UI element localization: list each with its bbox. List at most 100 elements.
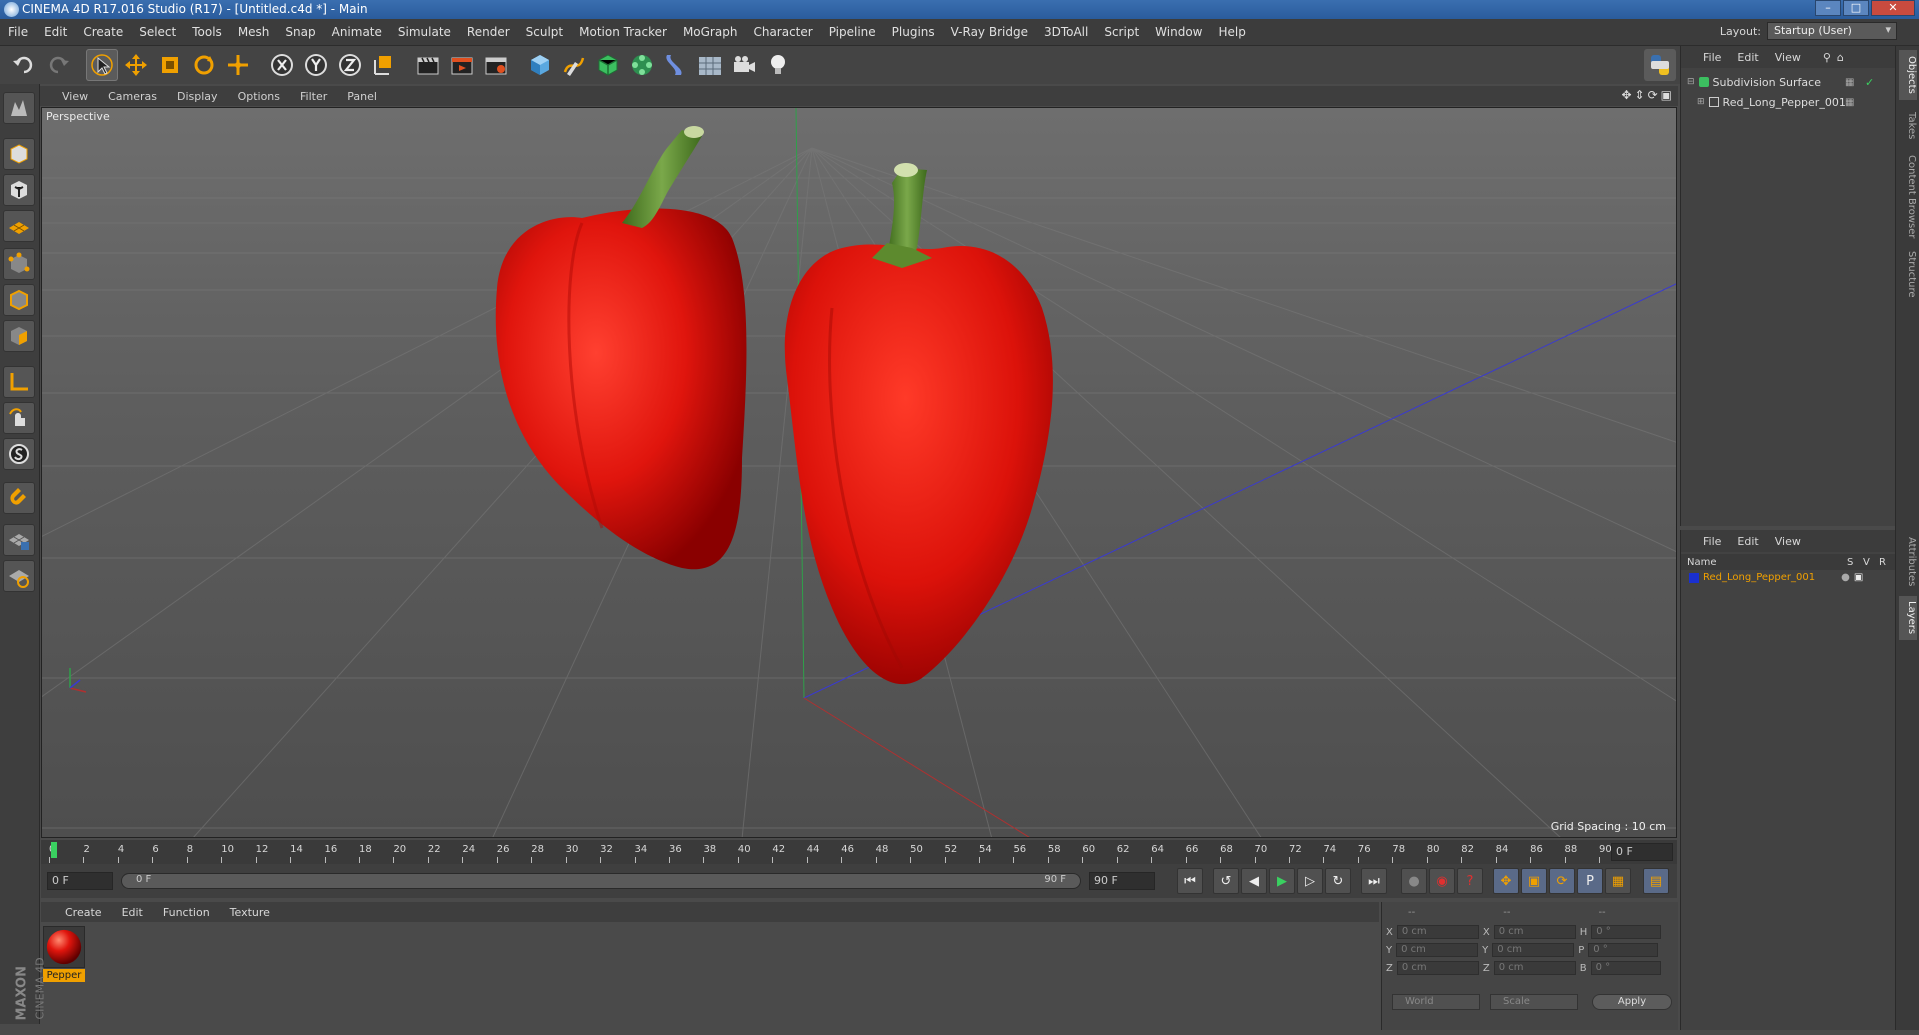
menu-vray-bridge[interactable]: V-Ray Bridge — [943, 25, 1036, 39]
solo-icon[interactable] — [3, 438, 35, 470]
cube-icon[interactable] — [524, 49, 556, 81]
rotation-b-field[interactable]: 0 ° — [1590, 961, 1661, 975]
locked-workplane-icon[interactable] — [3, 560, 35, 592]
coordinate-space-select[interactable]: World — [1392, 994, 1480, 1010]
object-menu-view[interactable]: View — [1767, 51, 1809, 64]
y-axis-icon[interactable] — [300, 49, 332, 81]
pen-spline-icon[interactable] — [558, 49, 590, 81]
render-active-icon[interactable] — [446, 49, 478, 81]
object-row-subdivision[interactable]: ⊟ Subdivision Surface ▦ ✓ — [1687, 74, 1874, 90]
render-settings-icon[interactable] — [480, 49, 512, 81]
position-z-field[interactable]: 0 cm — [1396, 961, 1479, 975]
rotation-h-field[interactable]: 0 ° — [1591, 925, 1662, 939]
frame-range-slider[interactable]: 0 F 90 F — [121, 873, 1081, 889]
menu-pipeline[interactable]: Pipeline — [821, 25, 884, 39]
array-icon[interactable] — [626, 49, 658, 81]
magnet-icon[interactable] — [3, 482, 35, 514]
apply-button[interactable]: Apply — [1592, 994, 1672, 1010]
x-axis-icon[interactable] — [266, 49, 298, 81]
tweak-icon[interactable] — [3, 402, 35, 434]
current-frame-field[interactable]: 0 F — [1611, 843, 1673, 861]
points-mode-icon[interactable] — [3, 248, 35, 280]
menu-mograph[interactable]: MoGraph — [675, 25, 746, 39]
move-icon[interactable] — [120, 49, 152, 81]
menu-simulate[interactable]: Simulate — [390, 25, 459, 39]
light-icon[interactable] — [762, 49, 794, 81]
tab-content-browser[interactable]: Content Browser — [1899, 152, 1917, 242]
next-key-icon[interactable]: ↻ — [1325, 868, 1351, 894]
size-y-field[interactable]: 0 cm — [1492, 943, 1575, 957]
close-button[interactable]: ✕ — [1871, 0, 1915, 16]
size-mode-select[interactable]: Scale — [1490, 994, 1578, 1010]
make-editable-icon[interactable] — [3, 92, 35, 124]
end-frame-field[interactable]: 90 F — [1089, 872, 1155, 890]
maximize-view-icon[interactable]: ▣ — [1661, 88, 1672, 102]
menu-3dtoall[interactable]: 3DToAll — [1036, 25, 1096, 39]
record-position-icon[interactable]: ✥ — [1493, 868, 1519, 894]
tab-takes[interactable]: Takes — [1899, 106, 1917, 146]
layer-menu-edit[interactable]: Edit — [1729, 535, 1766, 548]
start-frame-field[interactable]: 0 F — [47, 872, 113, 890]
menu-animate[interactable]: Animate — [324, 25, 390, 39]
render-view-icon[interactable] — [412, 49, 444, 81]
object-row-pepper[interactable]: ⊞ Red_Long_Pepper_001 ▦ — [1697, 94, 1854, 110]
menu-help[interactable]: Help — [1210, 25, 1253, 39]
menu-plugins[interactable]: Plugins — [884, 25, 943, 39]
redo-icon[interactable] — [42, 49, 74, 81]
rotation-p-field[interactable]: 0 ° — [1588, 943, 1659, 957]
tab-layers[interactable]: Layers — [1899, 596, 1917, 640]
menu-file[interactable]: File — [0, 25, 36, 39]
texture-mode-icon[interactable] — [3, 174, 35, 206]
material-menu-texture[interactable]: Texture — [220, 906, 280, 919]
position-y-field[interactable]: 0 cm — [1396, 943, 1479, 957]
viewport-menu-cameras[interactable]: Cameras — [98, 90, 167, 103]
previous-key-icon[interactable]: ↺ — [1213, 868, 1239, 894]
layer-menu-file[interactable]: File — [1695, 535, 1729, 548]
move-view-icon[interactable]: ✥ — [1621, 88, 1631, 102]
select-arrow-icon[interactable] — [86, 49, 118, 81]
rotate-icon[interactable] — [188, 49, 220, 81]
tab-objects[interactable]: Objects — [1899, 50, 1917, 100]
transform-icon[interactable] — [222, 49, 254, 81]
coordinate-system-icon[interactable] — [368, 49, 400, 81]
menu-snap[interactable]: Snap — [277, 25, 323, 39]
menu-motion-tracker[interactable]: Motion Tracker — [571, 25, 675, 39]
layer-row[interactable]: Red_Long_Pepper_001 ● ▣ — [1689, 572, 1863, 583]
keyframe-selection-icon[interactable]: ? — [1457, 868, 1483, 894]
menu-character[interactable]: Character — [745, 25, 820, 39]
visibility-icon[interactable]: ▦ — [1845, 77, 1854, 88]
object-menu-file[interactable]: File — [1695, 51, 1729, 64]
object-menu-edit[interactable]: Edit — [1729, 51, 1766, 64]
grid-snap-icon[interactable] — [3, 524, 35, 556]
floor-icon[interactable] — [694, 49, 726, 81]
record-parameter-icon[interactable]: P — [1577, 868, 1603, 894]
subdivision-icon[interactable] — [592, 49, 624, 81]
play-icon[interactable]: ▶ — [1269, 868, 1295, 894]
perspective-viewport[interactable]: Perspective Grid Spacing : 10 cm — [41, 107, 1677, 838]
object-home-icon[interactable]: ⌂ — [1837, 51, 1844, 64]
workplane-icon[interactable] — [3, 210, 35, 242]
edges-mode-icon[interactable] — [3, 284, 35, 316]
size-z-field[interactable]: 0 cm — [1493, 961, 1576, 975]
deformer-icon[interactable] — [660, 49, 692, 81]
undo-icon[interactable] — [8, 49, 40, 81]
axis-mode-icon[interactable] — [3, 366, 35, 398]
tab-attributes[interactable]: Attributes — [1899, 532, 1917, 592]
record-point-level-icon[interactable]: ▦ — [1605, 868, 1631, 894]
record-scale-icon[interactable]: ▣ — [1521, 868, 1547, 894]
model-mode-icon[interactable] — [3, 138, 35, 170]
layer-view-icon[interactable]: ▣ — [1854, 572, 1863, 583]
viewport-menu-view[interactable]: View — [52, 90, 98, 103]
visibility-icon[interactable]: ▦ — [1845, 97, 1854, 108]
object-search-icon[interactable]: ⚲ — [1823, 51, 1831, 64]
tab-structure[interactable]: Structure — [1899, 246, 1917, 302]
python-icon[interactable] — [1644, 49, 1676, 81]
menu-create[interactable]: Create — [75, 25, 131, 39]
previous-frame-icon[interactable]: ◀ — [1241, 868, 1267, 894]
material-name[interactable]: Pepper — [43, 969, 85, 982]
expand-icon[interactable]: ⊟ — [1687, 77, 1695, 87]
viewport-menu-display[interactable]: Display — [167, 90, 228, 103]
go-to-start-icon[interactable]: ⏮ — [1177, 868, 1203, 894]
viewport-menu-panel[interactable]: Panel — [337, 90, 387, 103]
camera-icon[interactable] — [728, 49, 760, 81]
